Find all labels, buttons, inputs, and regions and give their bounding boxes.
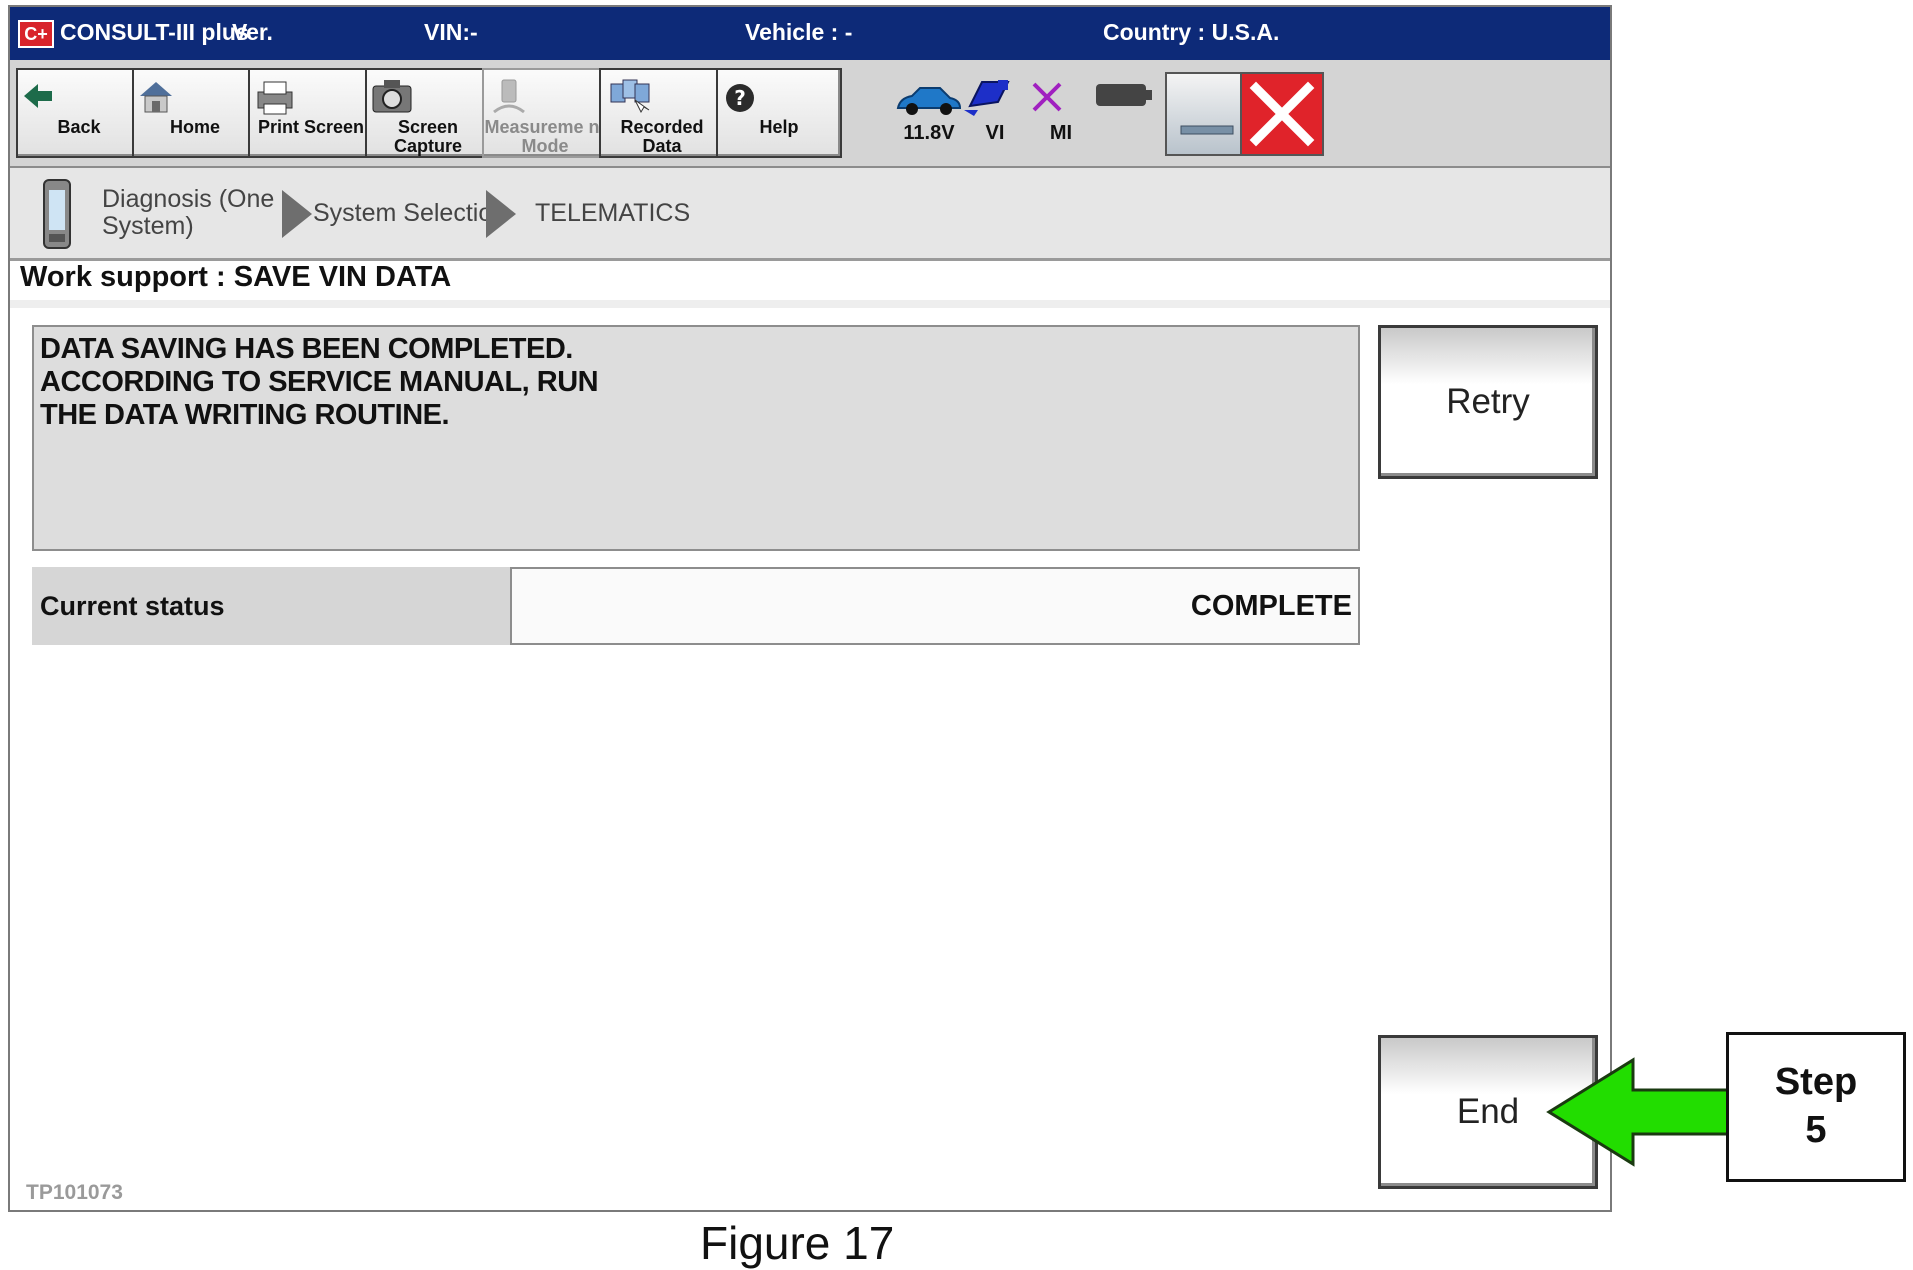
breadcrumb: Diagnosis (One System) System Selection …: [10, 168, 1610, 261]
measurement-mode-button[interactable]: Measureme nt Mode: [482, 68, 608, 158]
home-icon: [140, 82, 172, 113]
app-name: CONSULT-III plus: [60, 19, 249, 45]
screen-capture-label: Screen Capture: [393, 117, 462, 156]
current-status-label: Current status: [32, 567, 510, 645]
measurement-icon: [493, 79, 525, 114]
screen-capture-button[interactable]: Screen Capture: [365, 68, 491, 158]
title-bar: C+ CONSULT-III plus Ver. VIN:- Vehicle :…: [10, 7, 1610, 60]
country-label: Country : U.S.A.: [1103, 19, 1280, 45]
close-button[interactable]: [1240, 72, 1324, 156]
callout-arrow-icon: [1546, 1057, 1733, 1167]
help-icon: ?: [726, 84, 754, 112]
breadcrumb-telematics: TELEMATICS: [535, 199, 691, 227]
battery-icon: [1096, 84, 1152, 106]
divider: [10, 300, 1610, 308]
print-screen-button[interactable]: Print Screen: [248, 68, 374, 158]
mi-label: MI: [1049, 122, 1073, 144]
recorded-data-button[interactable]: Recorded Data: [599, 68, 725, 158]
breadcrumb-separator-arrow: [282, 190, 312, 238]
document-id: TP101073: [26, 1181, 123, 1204]
consult-app-window: C+ CONSULT-III plus Ver. VIN:- Vehicle :…: [8, 5, 1612, 1212]
recorded-data-icon: [610, 79, 650, 114]
retry-button[interactable]: Retry: [1378, 325, 1598, 479]
svg-text:?: ?: [734, 86, 746, 110]
recorded-data-label: Recorded Data: [620, 117, 704, 156]
car-icon: [896, 87, 962, 115]
step-number: 5: [1805, 1109, 1827, 1151]
help-button-label: Help: [759, 117, 799, 137]
breadcrumb-separator-arrow: [486, 190, 516, 238]
back-button[interactable]: Back: [16, 68, 142, 158]
printer-icon: [257, 81, 293, 115]
breadcrumb-system-selection[interactable]: System Selection: [313, 199, 506, 228]
close-icon: [1249, 81, 1315, 147]
message-line: ACCORDING TO SERVICE MANUAL, RUN: [40, 366, 599, 398]
home-button-label: Home: [169, 117, 220, 137]
message-line: DATA SAVING HAS BEEN COMPLETED.: [40, 333, 573, 365]
back-button-label: Back: [57, 117, 101, 137]
vin-label: VIN:-: [424, 19, 478, 45]
vi-indicator: VI: [958, 68, 1032, 158]
breadcrumb-diagnosis-line1: Diagnosis (One: [102, 185, 275, 213]
page-title: Work support : SAVE VIN DATA: [20, 261, 452, 293]
vi-label: VI: [985, 122, 1005, 144]
print-screen-label: Print Screen: [257, 117, 365, 137]
vi-connection-icon: [964, 80, 1010, 116]
step-word: Step: [1774, 1061, 1858, 1103]
step-callout-box: Step 5: [1726, 1032, 1906, 1182]
camera-icon: [372, 80, 412, 113]
current-status-value: COMPLETE: [510, 567, 1360, 645]
battery-voltage-indicator: 11.8V: [892, 68, 966, 158]
consult-logo: C+: [18, 20, 54, 48]
version-label: Ver.: [232, 19, 273, 45]
figure-caption: Figure 17: [700, 1217, 895, 1269]
voltage-value: 11.8V: [903, 122, 955, 144]
breadcrumb-diagnosis[interactable]: Diagnosis (One System): [102, 186, 274, 240]
back-arrow-icon: [24, 84, 52, 108]
toolbar: Back Home Print Screen Screen Capture Me…: [10, 60, 1610, 168]
minimize-button[interactable]: [1165, 72, 1249, 156]
breadcrumb-diagnosis-line2: System): [102, 212, 194, 240]
help-button[interactable]: ? Help: [716, 68, 842, 158]
message-box: DATA SAVING HAS BEEN COMPLETED. ACCORDIN…: [32, 325, 1360, 551]
measurement-mode-label: Measureme nt Mode: [484, 117, 606, 156]
mi-indicator: MI: [1024, 68, 1098, 158]
battery-indicator: [1090, 68, 1164, 158]
home-button[interactable]: Home: [132, 68, 258, 158]
vi-device-icon: [43, 179, 71, 249]
minimize-icon: [1180, 125, 1234, 135]
message-line: THE DATA WRITING ROUTINE.: [40, 399, 450, 431]
mi-disconnected-icon: [1032, 82, 1062, 112]
vehicle-label: Vehicle : -: [745, 19, 853, 45]
